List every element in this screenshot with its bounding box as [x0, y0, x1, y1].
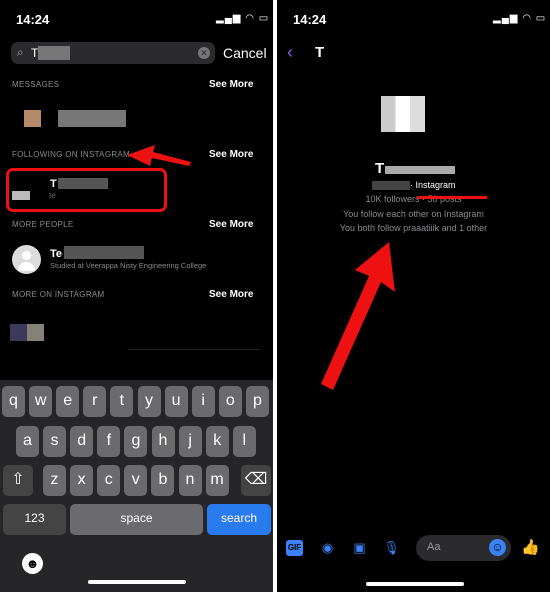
- see-more-following[interactable]: See More: [209, 149, 253, 160]
- redacted-name: [58, 110, 126, 127]
- key-y[interactable]: y: [137, 386, 161, 417]
- profile-stats: 10K followers · 50 posts: [365, 194, 462, 204]
- section-more-people: MORE PEOPLE: [12, 220, 74, 229]
- key-f[interactable]: f: [97, 426, 121, 457]
- key-v[interactable]: v: [124, 465, 148, 496]
- avatar[interactable]: [12, 191, 30, 200]
- result-name[interactable]: T: [50, 178, 57, 190]
- backspace-key[interactable]: ⌫: [241, 465, 271, 496]
- numbers-key[interactable]: 123: [3, 504, 66, 535]
- see-more-messages[interactable]: See More: [209, 79, 253, 90]
- profile-common: You both follow praaatiiik and 1 other: [339, 223, 488, 233]
- avatar: [27, 324, 44, 341]
- back-chevron-icon[interactable]: ‹: [287, 42, 293, 63]
- red-underline: [417, 196, 487, 199]
- status-icons: ▂▄▆ ◠ ▭: [216, 13, 270, 24]
- key-t[interactable]: t: [110, 386, 134, 417]
- key-e[interactable]: e: [56, 386, 80, 417]
- key-j[interactable]: j: [178, 426, 202, 457]
- home-indicator: [88, 580, 186, 584]
- home-indicator: [366, 582, 464, 586]
- redacted: [64, 246, 144, 259]
- section-messages: MESSAGES: [12, 80, 60, 89]
- profile-source: · Instagram: [410, 180, 456, 190]
- key-w[interactable]: w: [29, 386, 53, 417]
- see-more-instagram[interactable]: See More: [209, 289, 253, 300]
- profile-picture: [381, 96, 425, 132]
- camera-icon[interactable]: ◉: [319, 540, 336, 556]
- shift-key[interactable]: ⇧: [3, 465, 33, 496]
- search-input[interactable]: ⌕ T ✕: [11, 42, 215, 64]
- redacted: [38, 46, 70, 60]
- avatar[interactable]: [10, 324, 27, 341]
- see-more-people[interactable]: See More: [209, 219, 253, 230]
- profile-mutual: You follow each other on Instagram: [343, 209, 484, 219]
- key-r[interactable]: r: [83, 386, 107, 417]
- key-h[interactable]: h: [151, 426, 175, 457]
- header-name[interactable]: T: [315, 44, 324, 61]
- key-a[interactable]: a: [16, 426, 39, 457]
- right-phone-chat-screen: 14:24 ▂▄▆ ◠ ▭ ‹ T T · Instagram 10K foll…: [277, 0, 550, 592]
- status-time: 14:24: [16, 12, 50, 27]
- key-o[interactable]: o: [218, 386, 242, 417]
- thumbs-up-icon[interactable]: 👍: [521, 538, 540, 556]
- key-k[interactable]: k: [205, 426, 229, 457]
- key-c[interactable]: c: [97, 465, 121, 496]
- message-placeholder: Aa: [427, 541, 441, 553]
- key-g[interactable]: g: [124, 426, 148, 457]
- emoji-icon[interactable]: ☺: [489, 539, 506, 556]
- key-s[interactable]: s: [43, 426, 67, 457]
- key-i[interactable]: i: [191, 386, 215, 417]
- redacted: [385, 166, 455, 174]
- section-following-instagram: FOLLOWING ON INSTAGRAM: [12, 150, 131, 159]
- divider: [128, 349, 260, 350]
- message-input[interactable]: Aa ☺: [416, 535, 511, 561]
- key-z[interactable]: z: [43, 465, 66, 496]
- key-d[interactable]: d: [70, 426, 94, 457]
- gif-icon[interactable]: GIF: [286, 540, 303, 556]
- key-l[interactable]: l: [232, 426, 256, 457]
- key-q[interactable]: q: [2, 386, 25, 417]
- section-more-instagram: MORE ON INSTAGRAM: [12, 290, 105, 299]
- status-time: 14:24: [293, 12, 327, 27]
- key-m[interactable]: m: [205, 465, 229, 496]
- default-avatar-icon[interactable]: [12, 245, 41, 274]
- result-username: te: [49, 191, 56, 200]
- space-key[interactable]: space: [70, 504, 203, 535]
- key-b[interactable]: b: [151, 465, 175, 496]
- clear-icon[interactable]: ✕: [198, 47, 210, 59]
- keyboard: qwertyuiop asdfghjkl zxcvbnm ⇧ ⌫ 123 space…: [0, 380, 273, 592]
- emoji-icon[interactable]: ☻: [22, 553, 43, 574]
- status-icons: ▂▄▆ ◠ ▭: [493, 13, 547, 24]
- microphone-icon[interactable]: 🎙: [383, 540, 400, 556]
- person-name[interactable]: Te: [50, 248, 62, 260]
- person-subtitle: Studied at Veerappa Nisty Engineering Co…: [50, 261, 207, 270]
- red-arrow-icon: [321, 242, 395, 390]
- key-n[interactable]: n: [178, 465, 202, 496]
- key-u[interactable]: u: [164, 386, 188, 417]
- redacted: [372, 181, 410, 190]
- left-phone-search-screen: 14:24 ▂▄▆ ◠ ▭ ⌕ T ✕ Cancel MESSAGES See …: [0, 0, 273, 592]
- search-icon: ⌕: [17, 45, 24, 59]
- search-key[interactable]: search: [207, 504, 271, 535]
- profile-name: T: [375, 160, 385, 177]
- avatar[interactable]: [24, 110, 41, 127]
- key-p[interactable]: p: [245, 386, 269, 417]
- image-icon[interactable]: ▣: [351, 540, 368, 556]
- redacted: [58, 178, 108, 189]
- key-x[interactable]: x: [70, 465, 94, 496]
- highlight-box: [6, 168, 167, 212]
- cancel-button[interactable]: Cancel: [223, 45, 267, 61]
